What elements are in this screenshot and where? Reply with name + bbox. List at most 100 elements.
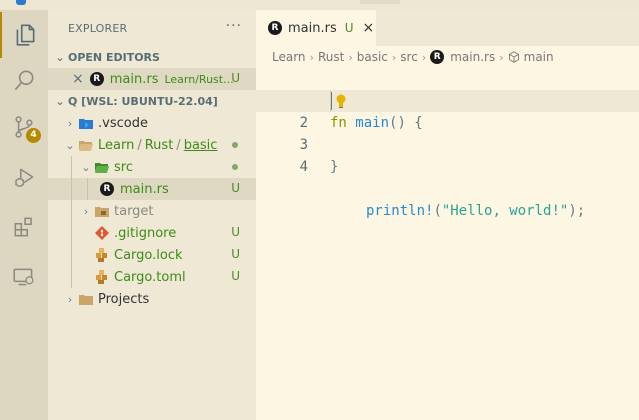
tree-item-label: .gitignore xyxy=(114,225,177,241)
tree-item-label: .vscode xyxy=(98,115,148,131)
chevron-down-icon: ⌄ xyxy=(55,50,65,64)
extensions-icon xyxy=(14,217,32,237)
tree-item-gitignore[interactable]: .gitignore U xyxy=(48,222,256,244)
remote-explorer-icon xyxy=(13,268,34,286)
open-editor-item-main-rs[interactable]: × R main.rs Learn/Rust... U xyxy=(48,68,256,90)
tree-item-learn-rust-basic[interactable]: ⌄ Learn / Rust / basic xyxy=(48,134,256,156)
remote-explorer-activity-button[interactable] xyxy=(0,254,48,300)
folder-open-icon xyxy=(79,141,93,151)
open-editors-label: OPEN EDITORS xyxy=(68,50,160,64)
open-editors-section-header[interactable]: ⌄ OPEN EDITORS xyxy=(48,46,256,68)
rust-file-icon: R xyxy=(89,72,104,86)
code-line-current: 2 println!("Hello, world!"); xyxy=(256,90,639,219)
rust-file-icon: R xyxy=(268,21,282,35)
code-line: 4 xyxy=(256,134,639,175)
tree-item-cargo-toml[interactable]: Cargo.toml U xyxy=(48,266,256,288)
breadcrumb-learn: Learn xyxy=(98,137,135,153)
modified-dot xyxy=(232,164,238,170)
tree-item-main-rs[interactable]: R main.rs U xyxy=(48,178,256,200)
tree-item-label: Cargo.toml xyxy=(114,269,186,285)
code-editor[interactable]: 1 fn main() { 2 println!("Hello, world!"… xyxy=(256,68,639,420)
tab-status: U xyxy=(344,21,354,35)
untracked-status: U xyxy=(231,247,240,261)
open-editor-path: Learn/Rust... xyxy=(164,72,234,86)
close-tab-button[interactable]: × xyxy=(363,20,375,36)
string-token: "Hello, world!" xyxy=(441,203,569,219)
git-file-icon xyxy=(95,226,109,240)
explorer-activity-button[interactable] xyxy=(0,12,48,58)
macro-token: println! xyxy=(366,203,434,219)
vscode-logo-icon xyxy=(16,0,26,5)
editor-tab-bar: R main.rs U × xyxy=(256,10,639,46)
open-editor-status: U xyxy=(231,71,240,85)
cargo-file-icon xyxy=(96,248,107,262)
explorer-more-actions-button[interactable]: ··· xyxy=(226,18,242,34)
breadcrumb-item[interactable]: main.rs xyxy=(450,50,495,64)
breadcrumb-basic[interactable]: basic xyxy=(184,138,218,153)
window-top-strip xyxy=(0,0,639,10)
source-control-activity-button[interactable]: 4 xyxy=(0,104,48,150)
tree-item-label: main.rs xyxy=(120,181,169,197)
folder-icon xyxy=(79,295,93,305)
tree-item-src[interactable]: ⌄ src xyxy=(48,156,256,178)
tree-item-label: Cargo.lock xyxy=(114,247,183,263)
code-line: 3 } xyxy=(256,112,639,175)
open-editor-filename: main.rs xyxy=(109,71,159,87)
run-debug-icon xyxy=(15,168,34,187)
tree-item-label: target xyxy=(114,203,154,219)
chevron-right-icon: › xyxy=(67,116,73,130)
tab-label: main.rs xyxy=(288,20,337,36)
tree-item-label: Projects xyxy=(98,291,150,307)
breadcrumb-item[interactable]: src xyxy=(400,50,418,64)
search-icon xyxy=(14,70,34,91)
tree-item-vscode[interactable]: › .vscode xyxy=(48,112,256,134)
chevron-right-icon: › xyxy=(499,50,504,64)
punctuation-token: ); xyxy=(568,203,586,219)
search-activity-button[interactable] xyxy=(0,58,48,104)
chevron-down-icon: ⌄ xyxy=(81,160,91,174)
breadcrumb-item[interactable]: basic xyxy=(357,50,388,64)
breadcrumb-item[interactable]: Rust xyxy=(318,50,344,64)
workspace-label: Q [WSL: UBUNTU-22.04] xyxy=(68,94,218,108)
activity-bar: 4 xyxy=(0,10,48,420)
rust-file-icon: R xyxy=(100,182,114,196)
breadcrumb-rust: Rust xyxy=(144,137,174,153)
run-debug-activity-button[interactable] xyxy=(0,154,48,200)
chevron-down-icon: ⌄ xyxy=(55,94,65,108)
symbol-method-icon xyxy=(508,51,519,63)
cargo-file-icon xyxy=(96,270,107,284)
line-number: 4 xyxy=(299,159,308,175)
closing-brace-token: } xyxy=(330,159,339,175)
chevron-right-icon: › xyxy=(83,204,89,218)
target-folder-icon xyxy=(95,207,109,217)
untracked-status: U xyxy=(231,225,240,239)
text-cursor xyxy=(331,92,332,110)
extensions-activity-button[interactable] xyxy=(0,204,48,250)
chevron-right-icon: › xyxy=(421,50,427,64)
close-editor-icon[interactable]: × xyxy=(72,71,84,87)
modified-dot xyxy=(232,142,238,148)
workspace-section-header[interactable]: ⌄ Q [WSL: UBUNTU-22.04] xyxy=(48,90,256,112)
src-folder-icon xyxy=(95,163,109,173)
rust-file-icon: R xyxy=(430,50,445,64)
breadcrumb: Learn › Rust › basic › src › R main.rs ›… xyxy=(256,46,639,68)
title-bar-segment xyxy=(360,0,400,4)
breadcrumb-item[interactable]: main xyxy=(524,50,554,64)
breadcrumb-item[interactable]: Learn xyxy=(272,50,306,64)
untracked-status: U xyxy=(231,181,240,195)
untracked-status: U xyxy=(231,269,240,283)
punctuation-token: ( xyxy=(433,203,442,219)
chevron-right-icon: › xyxy=(309,50,314,64)
tab-main-rs[interactable]: R main.rs U × xyxy=(256,10,376,46)
chevron-right-icon: › xyxy=(67,292,73,306)
lightbulb-icon[interactable] xyxy=(334,93,348,109)
chevron-right-icon: › xyxy=(348,50,353,64)
code-line: 1 fn main() { xyxy=(256,68,639,131)
vscode-folder-icon xyxy=(79,119,93,129)
tree-item-target[interactable]: › target xyxy=(48,200,256,222)
explorer-sidebar: EXPLORER ··· ⌄ OPEN EDITORS × R main.rs … xyxy=(48,10,256,420)
tree-item-cargo-lock[interactable]: Cargo.lock U xyxy=(48,244,256,266)
scm-badge: 4 xyxy=(26,128,41,143)
tree-item-projects[interactable]: › Projects xyxy=(48,288,256,310)
chevron-right-icon: › xyxy=(391,50,397,64)
